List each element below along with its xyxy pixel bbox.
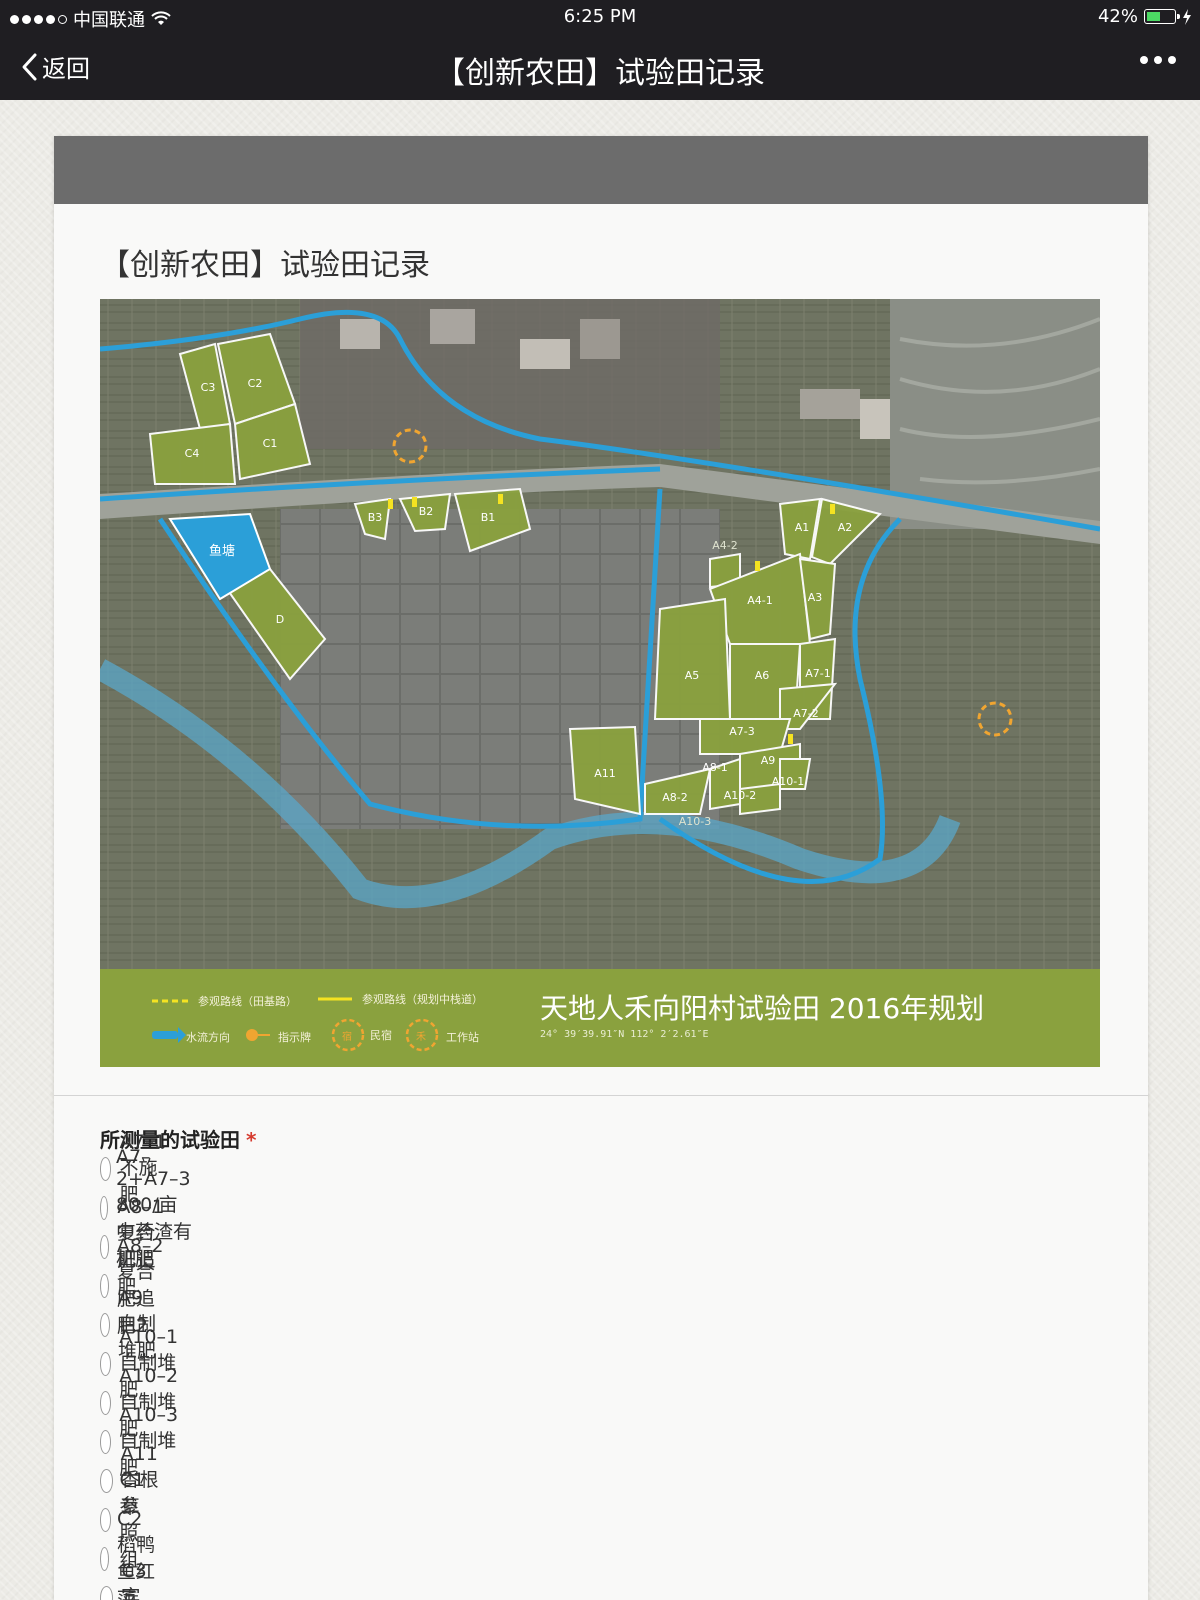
status-bar: 中国联通 6:25 PM 42%	[0, 0, 1200, 34]
more-dot-icon	[1140, 56, 1148, 64]
field-label: A2	[838, 521, 853, 534]
field-label: A7-3	[729, 725, 755, 738]
battery-icon	[1144, 9, 1180, 24]
radio-button[interactable]	[100, 1235, 110, 1259]
legend-sign: 指示牌	[278, 1031, 311, 1044]
field-label: A7-1	[805, 667, 831, 680]
more-dot-icon	[1154, 56, 1162, 64]
field-label: A4-2	[712, 539, 738, 552]
form-card: 【创新农田】试验田记录 C3 C2 C4 C1 B3 B2 B1 鱼塘 D A1…	[54, 136, 1148, 1600]
legend-coords: 24° 39′39.91″N 112° 2′2.61″E	[540, 1029, 709, 1040]
field-label: C3	[201, 381, 216, 394]
section-divider	[54, 1095, 1148, 1096]
radio-button[interactable]	[100, 1313, 111, 1337]
radio-button[interactable]	[100, 1274, 109, 1298]
legend-station-symbol: 禾	[416, 1032, 426, 1043]
field-label: C4	[185, 447, 200, 460]
legend-lodging: 民宿	[370, 1029, 392, 1042]
field-label: A3	[808, 591, 823, 604]
field-label: C2	[248, 377, 263, 390]
status-right: 42%	[1098, 6, 1192, 27]
radio-button[interactable]	[100, 1508, 112, 1532]
radio-button[interactable]	[100, 1547, 110, 1571]
field-label: B1	[481, 511, 496, 524]
form-header-banner	[54, 136, 1148, 204]
field-label: A10-3	[679, 815, 712, 828]
field-label: A4-1	[747, 594, 773, 607]
radio-button[interactable]	[100, 1391, 112, 1415]
radio-button[interactable]	[100, 1430, 112, 1454]
field-label: B3	[368, 511, 383, 524]
legend-route-dashed: 参观路线（田基路）	[198, 995, 297, 1008]
field-label: D	[276, 613, 284, 626]
field-label: A1	[795, 521, 810, 534]
legend-title: 天地人禾向阳村试验田 2016年规划	[540, 992, 985, 1025]
radio-button[interactable]	[100, 1352, 112, 1376]
field-label: 鱼塘	[209, 543, 235, 559]
field-label: A10-1	[772, 775, 805, 788]
field-label: A11	[594, 767, 616, 780]
field-label: A7-2	[793, 707, 819, 720]
legend-symbols	[152, 997, 439, 1052]
form-title: 【创新农田】试验田记录	[100, 248, 430, 283]
field-label: A5	[685, 669, 700, 682]
status-time: 6:25 PM	[563, 6, 637, 27]
field-label: A6	[755, 669, 770, 682]
more-options-button[interactable]	[1140, 56, 1176, 64]
radio-option-label: C3 宾植	[121, 1560, 147, 1600]
legend-lodging-symbol: 宿	[342, 1032, 352, 1043]
battery-percent: 42%	[1097, 6, 1138, 27]
legend-station: 工作站	[446, 1031, 479, 1044]
field-label: A8-1	[702, 761, 728, 774]
field-label: A10-2	[724, 789, 757, 802]
radio-button[interactable]	[100, 1586, 114, 1600]
radio-button[interactable]	[100, 1157, 112, 1181]
field-label: B2	[419, 505, 434, 518]
required-mark: *	[246, 1128, 257, 1152]
bolt-icon	[1183, 8, 1191, 25]
more-dot-icon	[1168, 56, 1176, 64]
radio-button[interactable]	[100, 1469, 113, 1493]
field-label: A8-2	[662, 791, 688, 804]
legend-route-solid: 参观路线（规划中栈道）	[362, 993, 483, 1006]
map-legend: 参观路线（田基路） 参观路线（规划中栈道） 水流方向 指示牌 宿 民宿 禾 工作…	[100, 969, 1100, 1067]
nav-bar: 返回 【创新农田】试验田记录	[0, 34, 1200, 100]
field-label: A9	[761, 754, 776, 767]
aerial-map: C3 C2 C4 C1 B3 B2 B1 鱼塘 D A1 A2 A4-2 A4-…	[100, 299, 1100, 969]
nav-title: 【创新农田】试验田记录	[435, 56, 765, 91]
field-map-image: C3 C2 C4 C1 B3 B2 B1 鱼塘 D A1 A2 A4-2 A4-…	[100, 299, 1100, 1067]
radio-button[interactable]	[100, 1196, 108, 1220]
legend-water: 水流方向	[186, 1031, 230, 1044]
field-label: C1	[263, 437, 278, 450]
radio-option[interactable]: C3 宾植	[100, 1560, 157, 1600]
